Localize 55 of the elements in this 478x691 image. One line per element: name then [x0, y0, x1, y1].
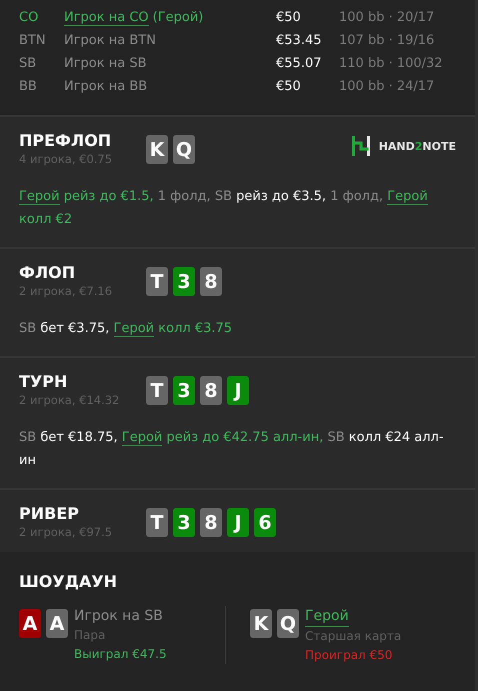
playing-card: 6: [254, 508, 276, 537]
player-link[interactable]: Игрок на SB: [64, 56, 147, 71]
street-title: ТУРН: [19, 372, 68, 392]
showdown-title: ШОУДАУН: [19, 572, 118, 592]
stack-amount: €55.07: [276, 56, 322, 71]
stack-amount: €50: [276, 79, 302, 94]
street-title: ФЛОП: [19, 263, 76, 283]
street-title: ПРЕФЛОП: [19, 131, 112, 151]
player-link[interactable]: Игрок на SB: [74, 606, 163, 626]
playing-card: 8: [200, 267, 222, 296]
hero-tag: (Герой): [152, 10, 204, 25]
playing-card: T: [146, 376, 168, 405]
player-stats: 110 bb · 100/32: [339, 56, 443, 71]
playing-card: A: [19, 609, 41, 638]
playing-card: J: [227, 376, 249, 405]
player-stats: 107 bb · 19/16: [339, 33, 434, 48]
position-label: CO: [19, 10, 40, 25]
stack-amount: €50: [276, 10, 302, 25]
logo-text: HAND2NOTE: [378, 140, 456, 152]
stack-amount: €53.45: [276, 33, 322, 48]
hero-link[interactable]: Герой: [122, 430, 162, 446]
playing-card: 8: [200, 376, 222, 405]
hand-rank: Старшая карта: [305, 628, 402, 645]
playing-card: K: [146, 135, 168, 164]
playing-card: 3: [173, 508, 195, 537]
player-link[interactable]: Игрок на CO: [64, 10, 149, 26]
result-amount: Выиграл €47.5: [74, 646, 167, 663]
hero-link[interactable]: Герой: [387, 189, 428, 205]
playing-card: A: [46, 609, 68, 638]
action-line: SB бет €18.75, Герой рейз до €42.75 алл-ин, SB колл €24 алл-ин: [19, 429, 445, 470]
street-title: РИВЕР: [19, 504, 80, 524]
playing-card: T: [146, 267, 168, 296]
hero-link[interactable]: Герой: [114, 321, 154, 337]
playing-card: 3: [173, 376, 195, 405]
position-label: BTN: [19, 33, 47, 48]
logo-icon: [350, 135, 371, 157]
player-link[interactable]: Игрок на BTN: [64, 33, 156, 48]
player-link[interactable]: Герой: [305, 606, 349, 627]
result-amount: Проиграл €50: [305, 647, 392, 664]
action-line: Герой рейз до €1.5, 1 фолд, SB рейз до €3.5, 1 фолд, Герой колл €2: [19, 188, 429, 229]
action-line: SB бет €3.75, Герой колл €3.75: [19, 320, 234, 339]
player-link[interactable]: Игрок на BB: [64, 79, 148, 94]
player-stats: 100 bb · 20/17: [339, 10, 434, 25]
playing-card: Q: [277, 609, 299, 638]
playing-card: J: [227, 508, 249, 537]
hero-link[interactable]: Герой: [19, 189, 60, 205]
playing-card: 3: [173, 267, 195, 296]
playing-card: T: [146, 508, 168, 537]
playing-card: 8: [200, 508, 222, 537]
playing-card: K: [250, 609, 272, 638]
position-label: SB: [19, 56, 38, 71]
playing-card: Q: [173, 135, 195, 164]
position-label: BB: [19, 79, 38, 94]
player-stats: 100 bb · 24/17: [339, 79, 434, 94]
hand-rank: Пара: [74, 627, 106, 644]
